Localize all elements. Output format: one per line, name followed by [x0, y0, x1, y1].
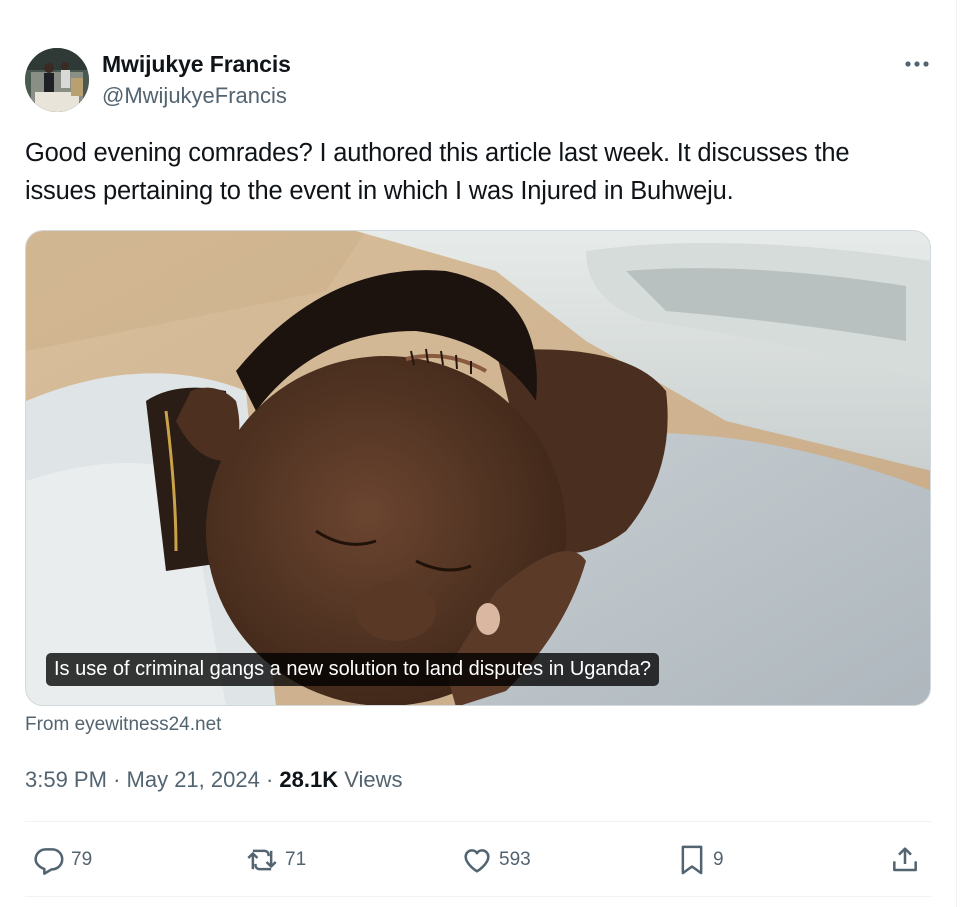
views-label: Views [344, 767, 403, 792]
tweet-header: Mwijukye Francis @MwijukyeFrancis [25, 46, 931, 114]
share-button[interactable] [889, 838, 921, 882]
bookmark-icon [677, 843, 707, 877]
reply-count: 79 [71, 849, 93, 870]
repost-count: 71 [285, 849, 307, 870]
article-card[interactable]: Is use of criminal gangs a new solution … [25, 230, 931, 706]
display-name[interactable]: Mwijukye Francis [102, 50, 291, 78]
speech-bubble-icon [33, 844, 65, 876]
page-edge-divider [956, 0, 957, 907]
tweet-actions: 79 71 593 9 [25, 838, 931, 882]
meta-separator: · [265, 767, 274, 792]
tweet-date[interactable]: May 21, 2024 [127, 767, 260, 792]
share-upload-icon [889, 844, 921, 876]
repost-button[interactable]: 71 [245, 838, 306, 882]
reply-button[interactable]: 79 [33, 838, 92, 882]
article-headline: Is use of criminal gangs a new solution … [46, 653, 660, 686]
repost-arrows-icon [245, 844, 279, 876]
actions-bottom-divider [25, 896, 931, 897]
article-source-link[interactable]: From eyewitness24.net [25, 712, 221, 738]
avatar[interactable] [25, 48, 89, 112]
like-button[interactable]: 593 [461, 838, 531, 882]
actions-top-divider [25, 821, 931, 822]
tweet-meta: 3:59 PM · May 21, 2024 · 28.1K Views [25, 764, 403, 796]
user-handle[interactable]: @MwijukyeFrancis [102, 81, 291, 111]
article-photo [26, 231, 930, 705]
like-count: 593 [499, 849, 531, 870]
heart-icon [461, 844, 493, 876]
bookmark-count: 9 [713, 849, 724, 870]
tweet-time[interactable]: 3:59 PM [25, 767, 107, 792]
more-options-button[interactable] [903, 54, 931, 74]
tweet-text: Good evening comrades? I authored this a… [25, 139, 850, 205]
views-count: 28.1K [279, 767, 339, 792]
meta-separator: · [113, 767, 121, 792]
more-horizontal-icon [904, 55, 930, 73]
bookmark-button[interactable]: 9 [677, 838, 724, 882]
user-names: Mwijukye Francis @MwijukyeFrancis [102, 50, 291, 111]
